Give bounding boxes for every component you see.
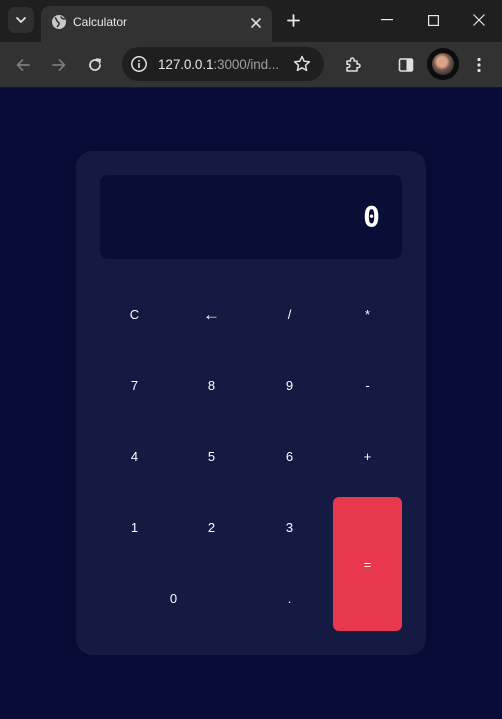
display-value: 0 [363, 200, 380, 233]
url-path: :3000/ind... [213, 57, 280, 72]
new-tab-button[interactable] [281, 8, 305, 32]
back-arrow-icon [16, 59, 30, 71]
more-menu-icon [477, 57, 481, 73]
digit-6-button[interactable]: 6 [255, 427, 324, 486]
side-panel-icon [398, 58, 414, 72]
profile-avatar[interactable] [427, 48, 459, 80]
equals-button[interactable]: = [333, 497, 402, 631]
star-icon[interactable] [292, 54, 312, 74]
avatar-image [432, 53, 454, 75]
back-button[interactable] [9, 51, 37, 79]
digit-1-button[interactable]: 1 [100, 498, 169, 557]
digit-0-button[interactable]: 0 [100, 569, 247, 628]
digit-4-button[interactable]: 4 [100, 427, 169, 486]
extensions-button[interactable] [339, 51, 367, 79]
close-window-button[interactable] [456, 0, 502, 40]
more-menu-button[interactable] [465, 51, 493, 79]
side-panel-button[interactable] [392, 51, 420, 79]
calculator: 0 C ← / * 7 8 9 - 4 5 6 + 1 2 3 = 0 . [76, 151, 426, 655]
multiply-button[interactable]: * [333, 285, 402, 344]
minimize-icon [381, 19, 393, 21]
tab-search-button[interactable] [8, 7, 34, 33]
url-text[interactable]: 127.0.0.1:3000/ind... [158, 57, 279, 72]
backspace-button[interactable]: ← [177, 285, 246, 344]
tab-search-icon [16, 17, 26, 23]
close-icon [251, 18, 261, 28]
decimal-button[interactable]: . [255, 569, 324, 628]
tab-close-button[interactable] [248, 15, 264, 31]
forward-button[interactable] [45, 51, 73, 79]
add-button[interactable]: + [333, 427, 402, 486]
reload-button[interactable] [81, 51, 109, 79]
digit-7-button[interactable]: 7 [100, 356, 169, 415]
maximize-icon [427, 14, 439, 26]
plus-icon [286, 13, 300, 27]
digit-2-button[interactable]: 2 [177, 498, 246, 557]
digit-5-button[interactable]: 5 [177, 427, 246, 486]
globe-icon [52, 15, 66, 29]
minimize-button[interactable] [364, 0, 410, 40]
forward-arrow-icon [52, 59, 66, 71]
digit-8-button[interactable]: 8 [177, 356, 246, 415]
extensions-icon [346, 57, 361, 72]
browser-toolbar: 127.0.0.1:3000/ind... [0, 42, 502, 88]
info-icon[interactable] [130, 55, 148, 73]
subtract-button[interactable]: - [333, 356, 402, 415]
divide-button[interactable]: / [255, 285, 324, 344]
calculator-display: 0 [100, 175, 402, 259]
digit-3-button[interactable]: 3 [255, 498, 324, 557]
digit-9-button[interactable]: 9 [255, 356, 324, 415]
address-bar[interactable]: 127.0.0.1:3000/ind... [122, 47, 324, 81]
tab-title: Calculator [73, 15, 128, 29]
url-host: 127.0.0.1 [158, 57, 214, 72]
maximize-button[interactable] [410, 0, 456, 40]
browser-tab[interactable]: Calculator [41, 6, 272, 42]
close-window-icon [473, 14, 485, 26]
reload-icon [89, 58, 101, 71]
clear-button[interactable]: C [100, 285, 169, 344]
browser-tabstrip: Calculator [0, 0, 502, 42]
